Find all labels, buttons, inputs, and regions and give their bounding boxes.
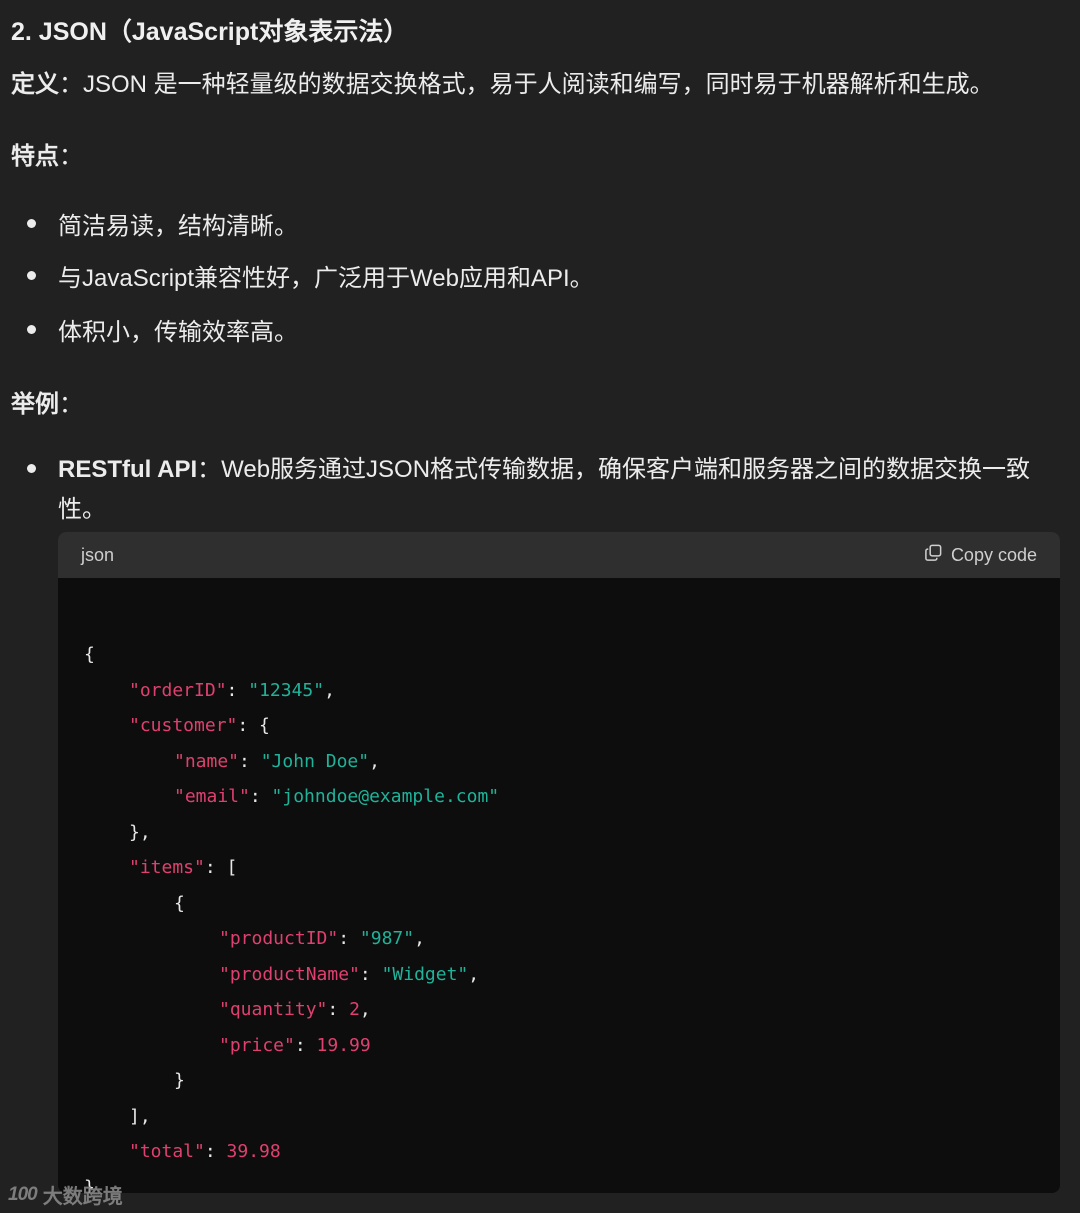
json-punctuation: {: [84, 644, 95, 665]
json-punctuation: ,: [468, 963, 480, 985]
json-punctuation: :: [294, 1034, 317, 1056]
json-number: 19.99: [316, 1034, 371, 1056]
features-label: 特点: [11, 143, 59, 170]
code-language-label: json: [81, 544, 115, 565]
json-punctuation: ],: [129, 1105, 151, 1127]
feature-item-text: 体积小，传输效率高。: [58, 319, 298, 346]
json-punctuation: : {: [237, 715, 270, 736]
json-key: "productID": [219, 928, 339, 949]
json-key: "quantity": [219, 999, 328, 1020]
bullet-dot-icon: [27, 219, 36, 228]
bullet-dot-icon: [27, 464, 36, 473]
json-key: "items": [129, 857, 205, 878]
code-line: {: [84, 644, 95, 665]
json-string: "12345": [248, 679, 325, 701]
code-line: "items": [: [129, 857, 237, 878]
watermark: 100 大数跨境: [8, 1180, 123, 1209]
json-string: "Widget": [381, 963, 469, 985]
definition-text: JSON 是一种轻量级的数据交换格式，易于人阅读和编写，同时易于机器解析和生成。: [83, 71, 994, 98]
examples-label: 举例: [11, 391, 59, 418]
examples-sep: ：: [59, 391, 83, 418]
code-line: "productName": "Widget",: [219, 964, 479, 985]
definition-label: 定义: [11, 71, 59, 98]
feature-item-text: 简洁易读，结构清晰。: [58, 213, 298, 240]
json-string: "John Doe": [260, 750, 370, 772]
code-line: {: [174, 893, 185, 914]
json-key: "price": [219, 1034, 295, 1056]
json-punctuation: : [: [204, 857, 238, 878]
json-key: "email": [174, 786, 250, 807]
code-line: "price": 19.99: [219, 1035, 371, 1056]
copy-code-button[interactable]: Copy code: [924, 543, 1037, 567]
copy-code-label: Copy code: [950, 544, 1037, 565]
code-line: "quantity": 2,: [219, 999, 371, 1020]
feature-item-text: 与JavaScript兼容性好，广泛用于Web应用和API。: [58, 265, 594, 292]
json-key: "customer": [129, 715, 238, 736]
json-punctuation: {: [174, 892, 185, 914]
json-punctuation: :: [249, 786, 272, 807]
section-heading: 2. JSON（JavaScript对象表示法）: [11, 18, 409, 46]
code-line: "orderID": "12345",: [129, 680, 335, 701]
definition-sep: ：: [59, 71, 83, 98]
json-string: "987": [359, 928, 415, 949]
bullet-dot-icon: [27, 325, 36, 334]
json-punctuation: :: [204, 1141, 227, 1162]
examples-label-paragraph: 举例：: [11, 384, 83, 419]
json-punctuation: ,: [359, 999, 371, 1020]
definition-paragraph: 定义：JSON 是一种轻量级的数据交换格式，易于人阅读和编写，同时易于机器解析和…: [11, 64, 994, 99]
copy-icon: [924, 543, 943, 567]
example-item: RESTful API：Web服务通过JSON格式传输数据，确保客户端和服务器之…: [58, 450, 1038, 530]
watermark-text: 大数跨境: [42, 1186, 123, 1208]
code-line: "customer": {: [129, 715, 270, 736]
json-punctuation: ,: [324, 679, 335, 701]
json-string: "johndoe@example.com": [271, 786, 500, 807]
bullet-dot-icon: [27, 271, 36, 280]
json-punctuation: :: [226, 679, 249, 701]
json-punctuation: :: [239, 750, 261, 772]
json-punctuation: },: [129, 821, 151, 843]
features-sep: ：: [59, 143, 83, 170]
code-line: },: [129, 822, 151, 843]
json-key: "total": [129, 1141, 205, 1162]
example-item-label: RESTful API: [58, 456, 198, 483]
code-line: "total": 39.98: [129, 1141, 281, 1162]
json-punctuation: }: [174, 1070, 185, 1091]
code-line: "name": "John Doe",: [174, 751, 380, 772]
code-line: "email": "johndoe@example.com": [174, 786, 499, 807]
json-key: "name": [174, 750, 240, 772]
code-block: json Copy code { "orderID": "12345", "cust…: [58, 532, 1060, 1193]
features-label-paragraph: 特点：: [11, 136, 83, 171]
json-punctuation: ,: [369, 750, 380, 772]
json-number: 39.98: [226, 1141, 281, 1162]
json-punctuation: :: [338, 928, 360, 949]
watermark-logo: 100: [8, 1183, 38, 1205]
json-punctuation: :: [359, 963, 382, 985]
code-header: json Copy code: [58, 532, 1060, 578]
json-punctuation: :: [327, 999, 350, 1020]
code-line: ],: [129, 1106, 151, 1127]
example-item-sep: ：: [197, 456, 222, 483]
json-punctuation: ,: [414, 928, 425, 949]
json-key: "orderID": [129, 679, 227, 701]
code-line: "productID": "987",: [219, 928, 425, 949]
json-number: 2: [349, 999, 360, 1020]
json-key: "productName": [219, 963, 360, 985]
code-line: }: [174, 1070, 185, 1091]
